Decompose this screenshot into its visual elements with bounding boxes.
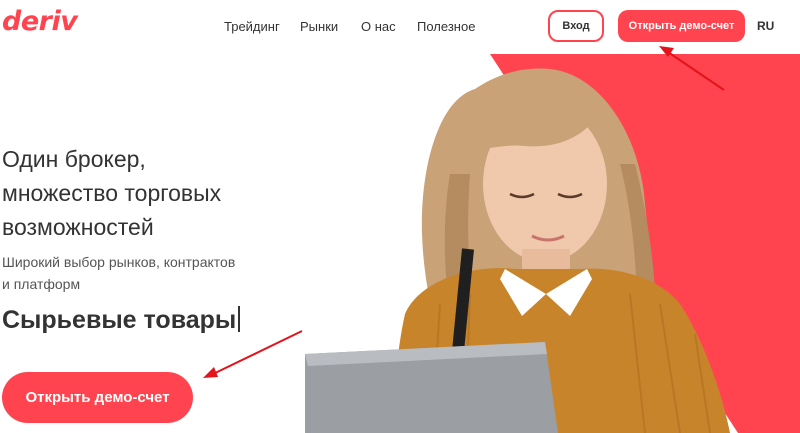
nav-item-about[interactable]: О нас (361, 19, 396, 34)
open-demo-account-header-button[interactable]: Открыть демо-счет (618, 10, 745, 42)
nav-item-markets[interactable]: Рынки (300, 19, 338, 34)
site-header: deriv Трейдинг Рынки О нас Полезное Вход… (0, 0, 800, 54)
deriv-logo[interactable]: deriv (2, 6, 78, 37)
nav-item-trading[interactable]: Трейдинг (224, 19, 280, 34)
hero-headline-line-3: возможностей (2, 214, 154, 240)
hero-image (300, 54, 800, 433)
language-selector[interactable]: RU (757, 19, 774, 33)
typing-caret (238, 306, 241, 332)
hero-headline: Один брокер, множество торговых возможно… (2, 142, 302, 244)
open-demo-account-hero-button[interactable]: Открыть демо-счет (2, 372, 193, 423)
login-button[interactable]: Вход (548, 10, 604, 42)
hero-headline-line-2: множество торговых (2, 180, 222, 206)
nav-item-resources[interactable]: Полезное (417, 19, 475, 34)
hero-headline-line-1: Один брокер, (2, 146, 146, 172)
hero-subtitle: Широкий выбор рынков, контрактов и платф… (2, 251, 292, 295)
rotating-market-text: Сырьевые товары (2, 306, 241, 335)
arrow-icon (203, 330, 303, 378)
hero-subtitle-line-1: Широкий выбор рынков, контрактов (2, 254, 236, 270)
hero-subtitle-line-2: и платформ (2, 276, 81, 292)
rotating-market-label: Сырьевые товары (2, 306, 237, 334)
